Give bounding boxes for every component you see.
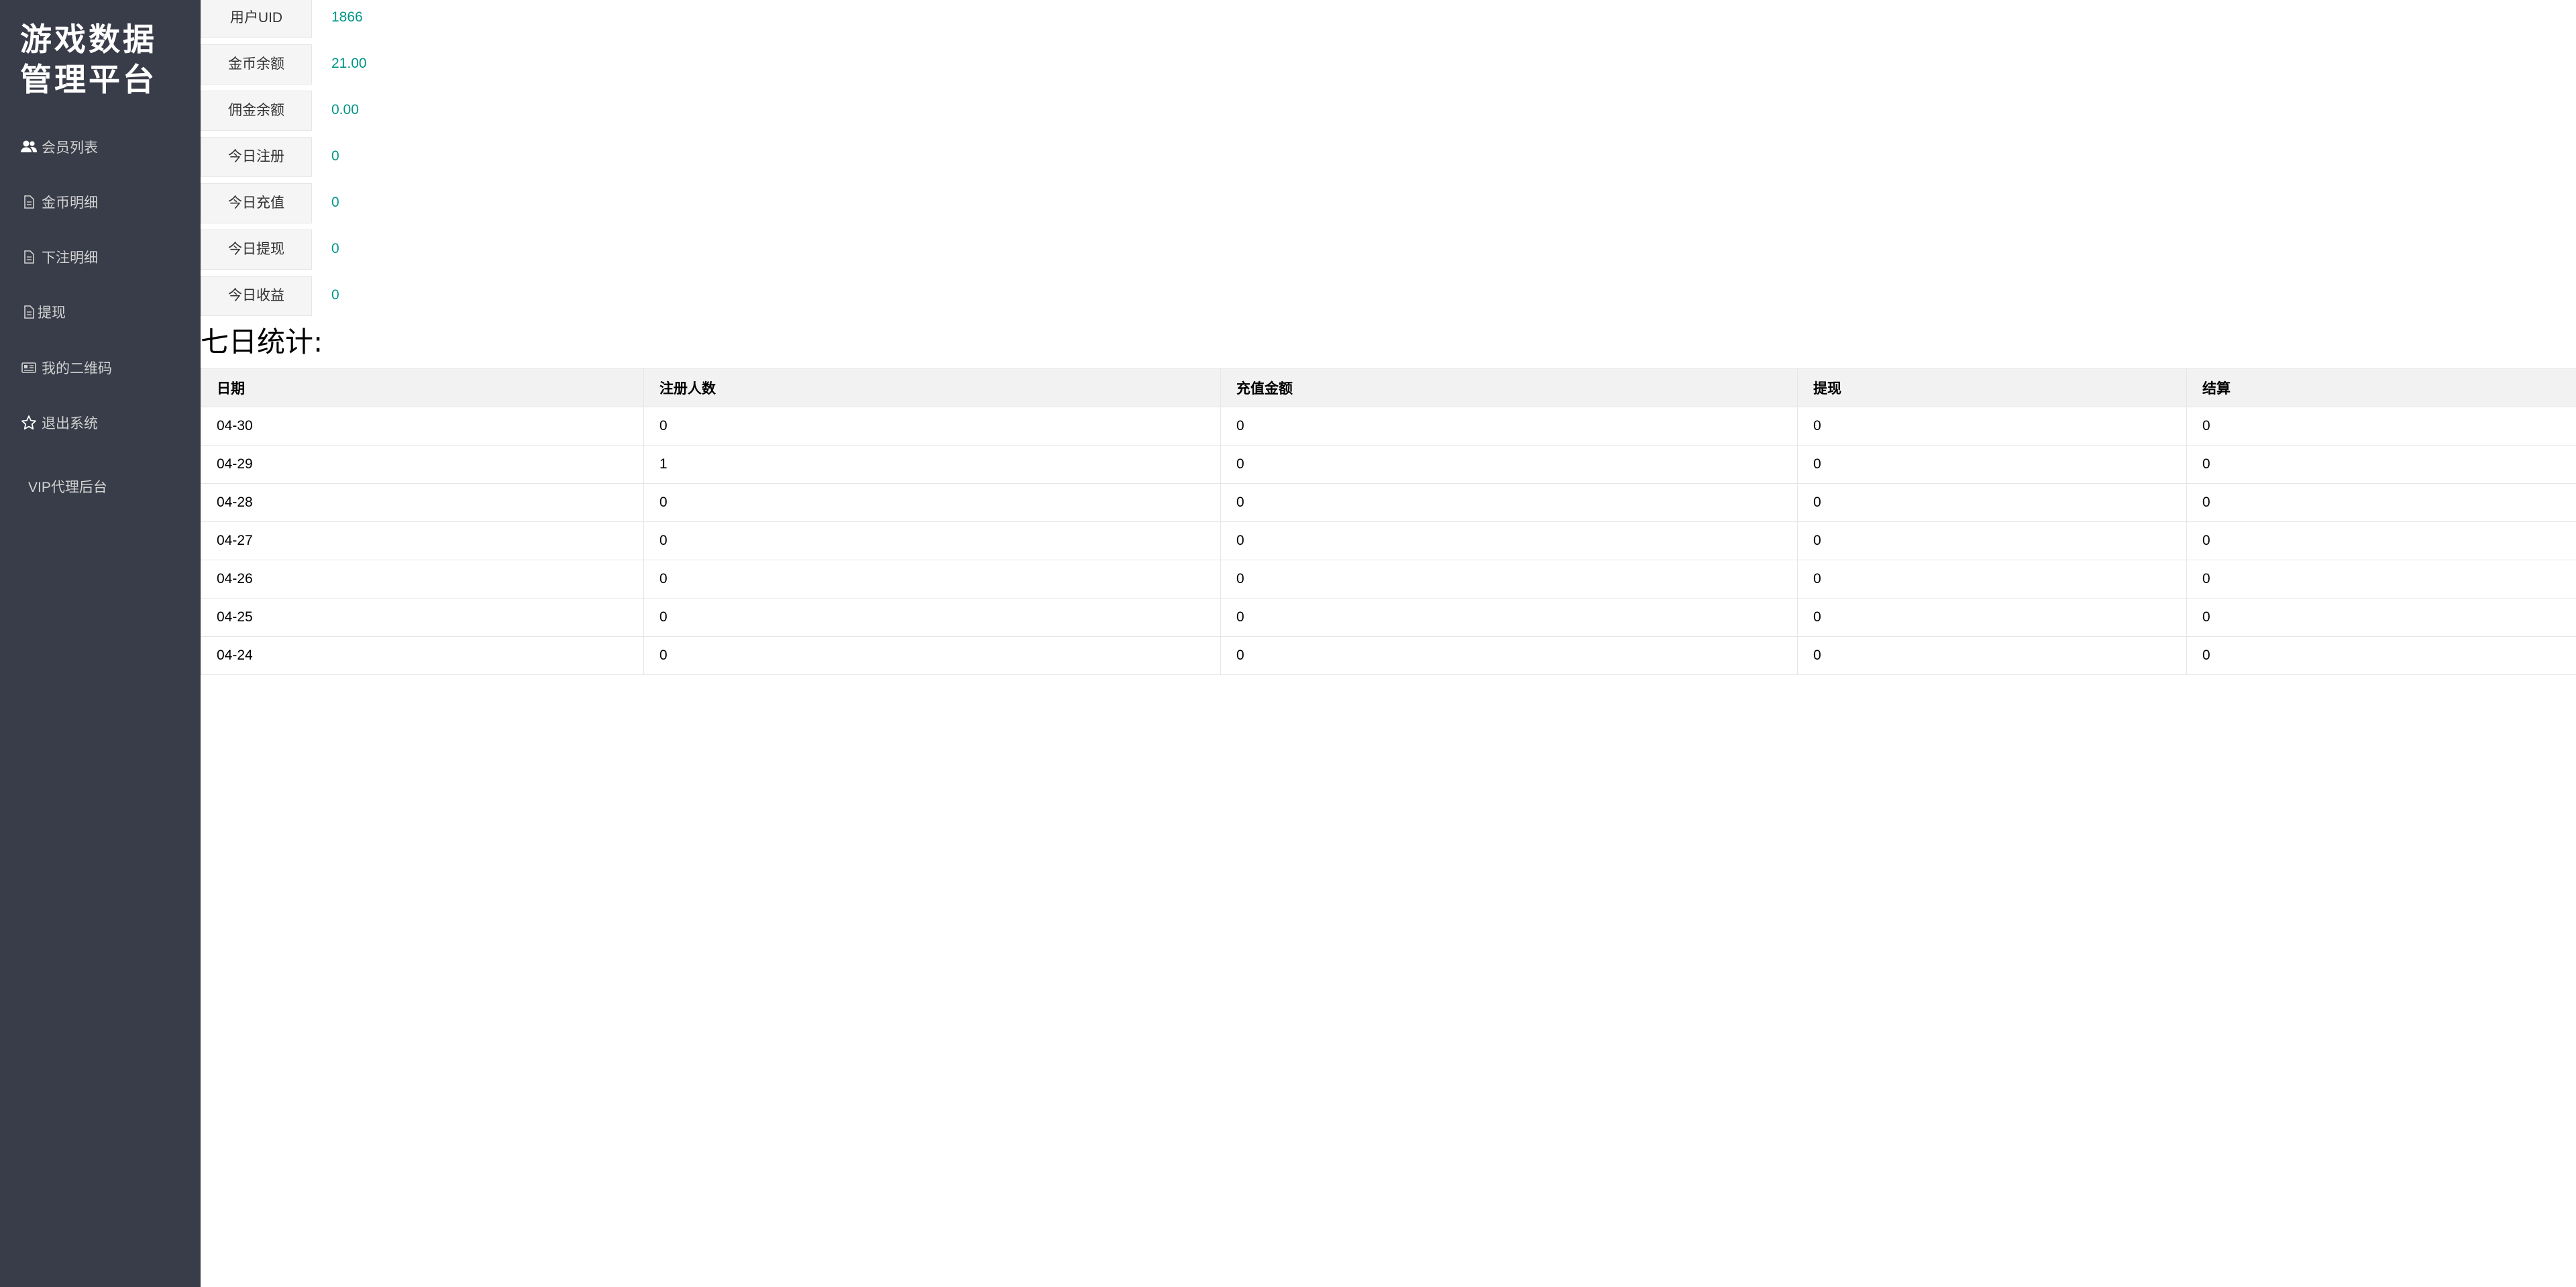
info-value: 0: [331, 241, 339, 256]
seven-day-stats-table: 日期 注册人数 充值金额 提现 结算 04-30 0 0 0 0 04-29 1…: [201, 368, 2576, 675]
brand-line-2: 管理平台: [20, 62, 157, 99]
table-cell: 0: [1220, 598, 1798, 637]
table-cell: 0: [2186, 598, 2576, 637]
sidebar: 游戏数据 管理平台 会员列表 金币明细 下注明细 提现 我的二维码 退出系统 V…: [0, 0, 201, 1287]
sidebar-item-members[interactable]: 会员列表: [20, 128, 98, 168]
table-cell: 1: [643, 445, 1221, 484]
sidebar-item-coin-details[interactable]: 金币明细: [20, 183, 98, 223]
table-cell: 04-28: [201, 483, 644, 522]
column-header-registrations: 注册人数: [643, 368, 1221, 407]
table-cell: 04-27: [201, 521, 644, 560]
table-cell: 0: [2186, 483, 2576, 522]
sidebar-item-label: 金币明细: [42, 195, 98, 211]
table-cell: 0: [1220, 521, 1798, 560]
info-value: 0: [331, 148, 339, 164]
info-label: 今日收益: [201, 276, 312, 316]
table-cell: 04-29: [201, 445, 644, 484]
sidebar-item-label: 退出系统: [42, 416, 98, 431]
table-header-row: 日期 注册人数 充值金额 提现 结算: [201, 368, 2576, 407]
sidebar-item-vip-agent[interactable]: VIP代理后台: [28, 468, 107, 508]
table-cell: 0: [1797, 521, 2187, 560]
table-cell: 0: [643, 560, 1221, 599]
table-row: 04-26 0 0 0 0: [201, 560, 2576, 599]
table-cell: 0: [1220, 636, 1798, 675]
table-cell: 0: [1797, 445, 2187, 484]
column-header-settlement: 结算: [2186, 368, 2576, 407]
info-label: 今日注册: [201, 137, 312, 177]
sidebar-item-withdraw[interactable]: 提现: [20, 293, 66, 333]
info-label: 今日充值: [201, 183, 312, 223]
info-value: 0.00: [331, 102, 359, 117]
table-cell: 0: [2186, 521, 2576, 560]
column-header-date: 日期: [201, 368, 644, 407]
table-cell: 0: [1797, 598, 2187, 637]
info-value: 0: [331, 195, 339, 210]
section-title: 七日统计:: [201, 325, 323, 358]
table-cell: 0: [1220, 407, 1798, 446]
table-row: 04-28 0 0 0 0: [201, 483, 2576, 522]
table-row: 04-29 1 0 0 0: [201, 445, 2576, 484]
sidebar-item-label: VIP代理后台: [28, 480, 107, 495]
table-cell: 0: [1797, 636, 2187, 675]
document-icon: [20, 303, 38, 321]
document-icon: [20, 193, 38, 211]
table-cell: 04-26: [201, 560, 644, 599]
info-label: 用户UID: [201, 0, 312, 38]
info-label: 金币余额: [201, 44, 312, 85]
table-cell: 0: [2186, 445, 2576, 484]
table-cell: 0: [1220, 560, 1798, 599]
qrcode-icon: [20, 359, 38, 376]
brand-line-1: 游戏数据: [20, 21, 157, 58]
page: 游戏数据 管理平台 会员列表 金币明细 下注明细 提现 我的二维码 退出系统 V…: [0, 0, 2576, 1287]
sidebar-item-label: 我的二维码: [42, 361, 112, 376]
table-cell: 0: [1797, 407, 2187, 446]
table-cell: 0: [643, 483, 1221, 522]
document-icon: [20, 248, 38, 266]
table-cell: 0: [2186, 407, 2576, 446]
table-row: 04-30 0 0 0 0: [201, 407, 2576, 446]
sidebar-item-bet-details[interactable]: 下注明细: [20, 238, 98, 278]
table-cell: 0: [643, 598, 1221, 637]
table-cell: 0: [2186, 560, 2576, 599]
info-value: 1866: [331, 9, 363, 25]
info-value: 0: [331, 287, 339, 303]
sidebar-item-label: 下注明细: [42, 250, 98, 266]
sidebar-item-label: 提现: [38, 305, 66, 321]
table-cell: 04-25: [201, 598, 644, 637]
brand-title: 游戏数据 管理平台: [20, 20, 188, 101]
table-cell: 0: [1220, 445, 1798, 484]
table-cell: 0: [1220, 483, 1798, 522]
info-value: 21.00: [331, 56, 367, 71]
table-cell: 0: [643, 636, 1221, 675]
sidebar-item-logout[interactable]: 退出系统: [20, 404, 98, 444]
table-cell: 0: [643, 407, 1221, 446]
table-row: 04-25 0 0 0 0: [201, 598, 2576, 637]
star-icon: [20, 414, 38, 431]
table-cell: 0: [643, 521, 1221, 560]
column-header-withdraw: 提现: [1797, 368, 2187, 407]
sidebar-item-label: 会员列表: [42, 140, 98, 156]
info-label: 佣金余额: [201, 91, 312, 131]
table-row: 04-24 0 0 0 0: [201, 636, 2576, 675]
column-header-recharge: 充值金额: [1220, 368, 1798, 407]
table-cell: 04-30: [201, 407, 644, 446]
table-row: 04-27 0 0 0 0: [201, 521, 2576, 560]
table-cell: 0: [1797, 483, 2187, 522]
table-cell: 0: [2186, 636, 2576, 675]
sidebar-item-qrcode[interactable]: 我的二维码: [20, 349, 112, 389]
table-cell: 04-24: [201, 636, 644, 675]
table-cell: 0: [1797, 560, 2187, 599]
users-icon: [20, 138, 38, 156]
info-label: 今日提现: [201, 229, 312, 270]
